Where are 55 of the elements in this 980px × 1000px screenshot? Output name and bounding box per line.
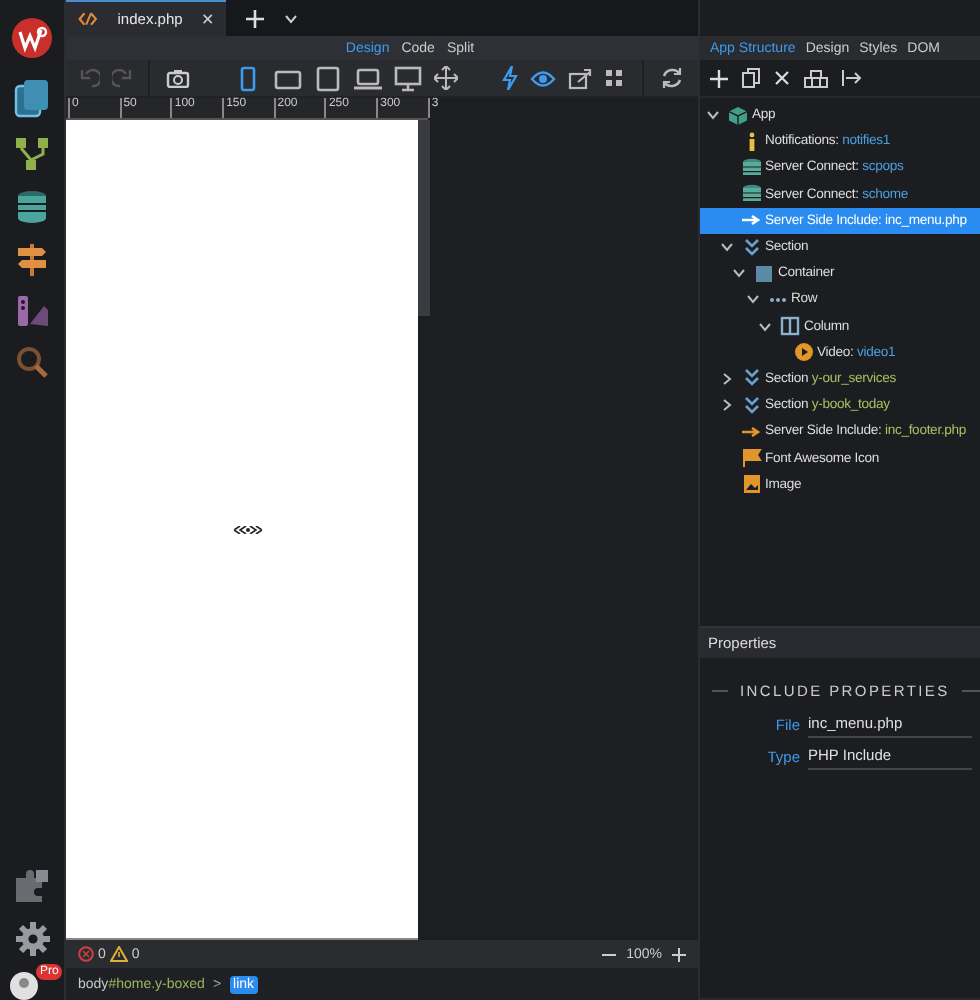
app-icon [728,105,748,126]
puzzle-icon[interactable] [14,868,50,904]
logo-icon[interactable] [10,16,54,60]
pages-icon[interactable] [14,78,50,118]
section-icon [741,395,761,416]
warning-icon [109,946,128,962]
signpost-icon[interactable] [16,242,48,276]
caret-icon[interactable] [719,371,733,386]
caret-icon[interactable] [719,398,733,413]
wrap-icon[interactable] [804,69,828,87]
image-icon [741,474,761,495]
scrollbar[interactable] [418,120,430,316]
container-icon [754,263,774,284]
server-connect-icon [741,157,761,178]
tablet-landscape-view-icon[interactable] [274,65,302,91]
share-icon[interactable] [568,67,592,89]
zoom-in-icon[interactable] [672,947,686,961]
database-icon[interactable] [16,190,48,224]
font-awesome-icon [741,448,761,469]
eye-icon[interactable] [530,69,556,87]
tablet-view-icon[interactable] [314,65,342,91]
caret-icon[interactable] [745,292,759,307]
caret-icon[interactable] [719,240,733,255]
code-icon [78,10,98,28]
section-icon [741,368,761,389]
error-icon [78,946,94,962]
video-icon [793,342,813,363]
section-icon [741,237,761,258]
add-icon[interactable] [246,9,264,27]
avatar-icon[interactable] [10,972,38,1000]
caret-icon[interactable] [732,266,746,281]
settings-icon[interactable] [15,922,49,956]
refresh-icon[interactable] [660,66,684,90]
copy-icon[interactable] [742,68,760,88]
palette-icon[interactable] [16,294,48,328]
server-include-icon [741,210,761,231]
laptop-view-icon[interactable] [354,65,382,91]
search-icon[interactable] [16,346,48,378]
caret-icon[interactable] [706,108,720,123]
add-icon[interactable] [710,69,728,87]
server-connect-icon [741,184,761,205]
caret-icon[interactable] [758,319,772,334]
camera-icon[interactable] [166,68,190,88]
column-icon [780,316,800,337]
server-include-icon [741,421,761,442]
move-icon[interactable] [434,66,458,90]
media-controls-icon [234,525,262,533]
delete-icon[interactable] [774,70,790,86]
lightning-icon[interactable] [502,66,518,90]
close-icon[interactable] [202,12,214,26]
indent-icon[interactable] [842,70,862,86]
caret-icon[interactable] [284,13,298,23]
grid-icon[interactable] [604,67,626,89]
branch-icon[interactable] [14,136,50,172]
desktop-view-icon[interactable] [394,65,422,91]
